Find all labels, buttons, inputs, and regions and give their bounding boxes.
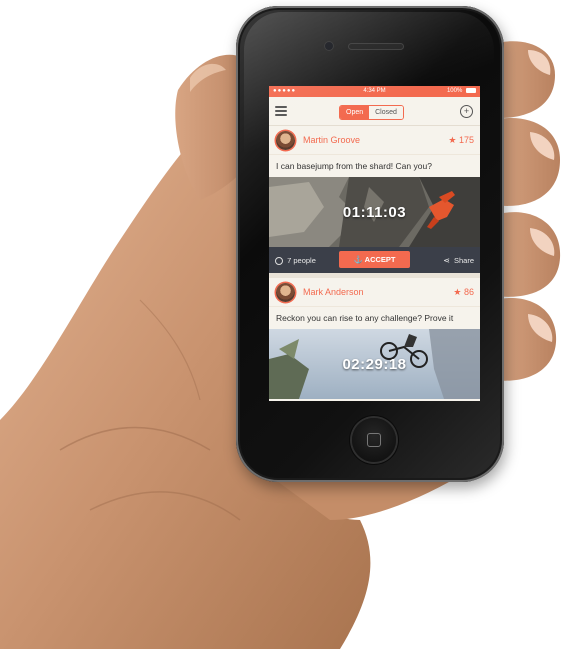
hamburger-icon[interactable] — [275, 106, 287, 116]
participants-count: 7 people — [287, 256, 316, 265]
user-name[interactable]: Mark Anderson — [303, 287, 364, 297]
challenge-card: Martin Groove ★ 175 I can basejump from … — [269, 126, 480, 273]
tab-open[interactable]: Open — [340, 106, 370, 119]
phone-screen: ●●●●● 4:34 PM 100% Open Closed + Martin … — [269, 86, 480, 401]
card-header: Martin Groove ★ 175 — [269, 126, 480, 154]
card-header: Mark Anderson ★ 86 — [269, 278, 480, 306]
home-button[interactable] — [352, 418, 396, 462]
anchor-icon: ⚓ — [353, 255, 365, 264]
avatar[interactable] — [276, 131, 295, 150]
countdown-timer: 01:11:03 — [342, 204, 407, 221]
challenge-text: Reckon you can rise to any challenge? Pr… — [269, 306, 480, 329]
status-bar: ●●●●● 4:34 PM 100% — [269, 86, 480, 97]
share-label: Share — [453, 256, 474, 265]
rating-badge: ★ 175 — [448, 135, 474, 145]
accept-label: ACCEPT — [364, 255, 396, 264]
earpiece — [348, 43, 404, 50]
plus-circle-icon[interactable]: + — [460, 105, 473, 118]
user-name[interactable]: Martin Groove — [303, 135, 360, 145]
battery-percent: 100% — [446, 88, 463, 94]
tab-closed[interactable]: Closed — [369, 106, 403, 119]
challenge-text: I can basejump from the shard! Can you? — [269, 154, 480, 177]
battery-indicator: 100% — [447, 86, 476, 97]
nav-bar: Open Closed + — [269, 97, 480, 126]
challenge-video-thumbnail[interactable]: 02:29:18 — [269, 329, 480, 399]
rating-badge: ★ 86 — [453, 287, 474, 297]
accept-button[interactable]: ⚓ ACCEPT — [339, 251, 410, 268]
challenge-card: Mark Anderson ★ 86 Reckon you can rise t… — [269, 278, 480, 399]
countdown-timer: 02:29:18 — [342, 356, 407, 373]
share-button[interactable]: ⋖ Share — [443, 256, 474, 265]
avatar[interactable] — [276, 283, 295, 302]
challenge-video-thumbnail[interactable]: 01:11:03 — [269, 177, 480, 247]
participants-link[interactable]: 7 people — [275, 256, 316, 266]
open-closed-segmented-control: Open Closed — [339, 105, 404, 120]
person-icon — [275, 257, 283, 266]
share-icon: ⋖ — [443, 256, 450, 265]
card-action-bar: 7 people ⚓ ACCEPT ⋖ Share — [269, 247, 480, 273]
front-camera-icon — [324, 41, 334, 51]
battery-icon — [466, 87, 476, 93]
